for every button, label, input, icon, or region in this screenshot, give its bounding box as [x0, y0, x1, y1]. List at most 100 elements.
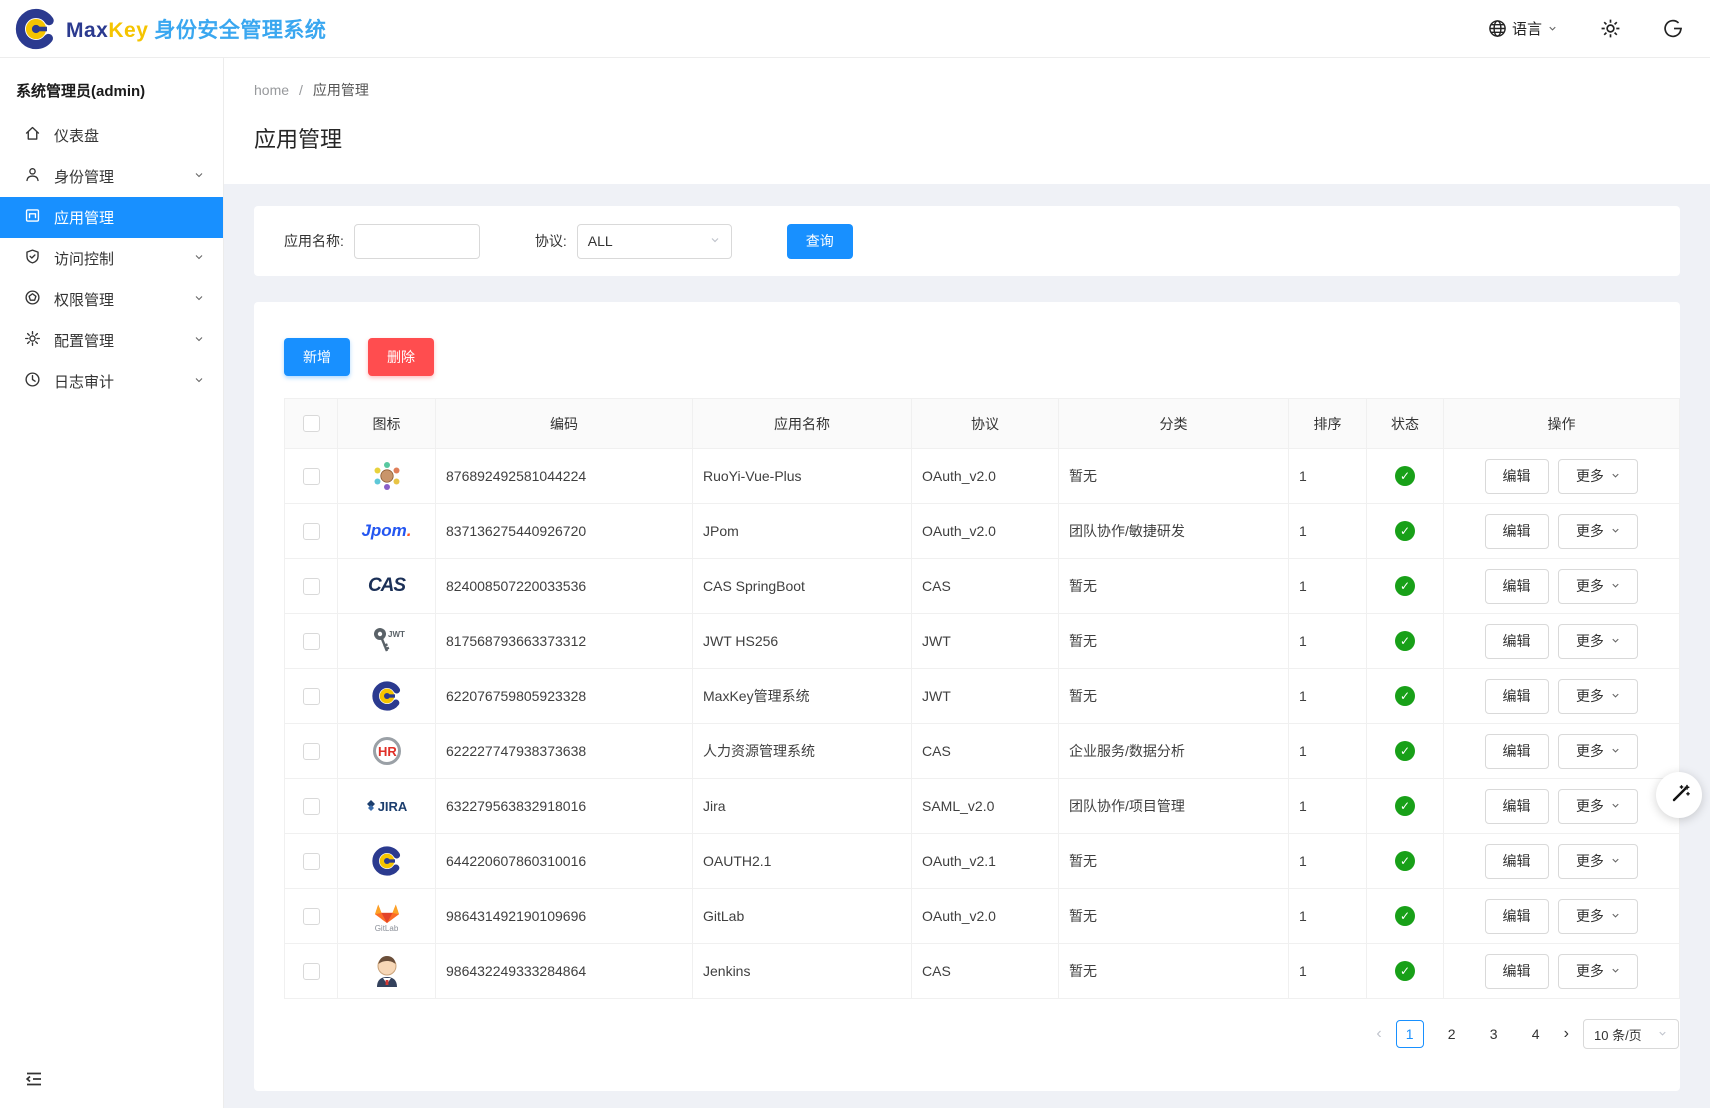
cell-protocol: CAS — [912, 559, 1059, 614]
cell-icon: HR — [338, 724, 436, 779]
edit-button[interactable]: 编辑 — [1485, 734, 1549, 769]
cell-code: 632279563832918016 — [436, 779, 693, 834]
cell-select — [285, 504, 338, 559]
app-name-input[interactable] — [354, 224, 480, 259]
sidebar-item-dashboard[interactable]: 仪表盘 — [0, 115, 223, 156]
edit-button[interactable]: 编辑 — [1485, 624, 1549, 659]
more-button[interactable]: 更多 — [1558, 679, 1638, 714]
edit-button[interactable]: 编辑 — [1485, 459, 1549, 494]
more-button[interactable]: 更多 — [1558, 624, 1638, 659]
sidebar-item-identity[interactable]: 身份管理 — [0, 156, 223, 197]
chevron-down-icon — [1610, 578, 1621, 594]
cell-select — [285, 449, 338, 504]
column-header: 协议 — [912, 399, 1059, 449]
app-icon-jwt: JWT — [367, 619, 407, 663]
app-title: MaxKey身份安全管理系统 — [66, 14, 326, 44]
brand: MaxKey身份安全管理系统 — [14, 7, 326, 51]
pagination-page-2[interactable]: 2 — [1438, 1020, 1466, 1048]
main-area: home / 应用管理 应用管理 应用名称: 协议: ALL 查询 — [224, 58, 1710, 1108]
pagination-page-3[interactable]: 3 — [1480, 1020, 1508, 1048]
sidebar-item-privilege[interactable]: 权限管理 — [0, 279, 223, 320]
edit-button[interactable]: 编辑 — [1485, 844, 1549, 879]
pagination-page-4[interactable]: 4 — [1522, 1020, 1550, 1048]
logout-button[interactable] — [1663, 18, 1684, 39]
pagination-page-1[interactable]: 1 — [1396, 1020, 1424, 1048]
cell-sort: 1 — [1289, 889, 1367, 944]
sidebar-item-label: 配置管理 — [54, 330, 180, 351]
more-button[interactable]: 更多 — [1558, 514, 1638, 549]
app-icon-jpom: Jpom. — [361, 509, 411, 553]
cell-protocol: JWT — [912, 614, 1059, 669]
query-button[interactable]: 查询 — [787, 224, 853, 259]
edit-button[interactable]: 编辑 — [1485, 569, 1549, 604]
row-checkbox[interactable] — [303, 688, 320, 705]
sidebar-collapse-button[interactable] — [24, 1069, 44, 1094]
chevron-down-icon — [1610, 688, 1621, 704]
app-icon-jira: JIRA — [366, 784, 408, 828]
table-row: 644220607860310016OAUTH2.1OAuth_v2.1暂无1✓… — [285, 834, 1680, 889]
cell-status: ✓ — [1367, 504, 1444, 559]
edit-button[interactable]: 编辑 — [1485, 679, 1549, 714]
row-checkbox[interactable] — [303, 743, 320, 760]
page-size-select[interactable]: 10 条/页 — [1583, 1019, 1679, 1049]
more-button[interactable]: 更多 — [1558, 734, 1638, 769]
cell-code: 986431492190109696 — [436, 889, 693, 944]
edit-button[interactable]: 编辑 — [1485, 899, 1549, 934]
more-button[interactable]: 更多 — [1558, 954, 1638, 989]
chevron-down-icon — [193, 332, 205, 349]
cell-code: 986432249333284864 — [436, 944, 693, 999]
pagination: ‹ 1234 › 10 条/页 — [284, 1019, 1679, 1049]
row-checkbox[interactable] — [303, 963, 320, 980]
row-checkbox[interactable] — [303, 908, 320, 925]
protocol-label: 协议: — [535, 231, 567, 251]
row-checkbox[interactable] — [303, 633, 320, 650]
more-button[interactable]: 更多 — [1558, 899, 1638, 934]
cell-icon — [338, 449, 436, 504]
edit-button[interactable]: 编辑 — [1485, 514, 1549, 549]
edit-button[interactable]: 编辑 — [1485, 789, 1549, 824]
brand-key: Key — [108, 19, 148, 42]
row-checkbox[interactable] — [303, 798, 320, 815]
add-button[interactable]: 新增 — [284, 338, 350, 376]
row-checkbox[interactable] — [303, 468, 320, 485]
select-all-header — [285, 399, 338, 449]
column-header: 排序 — [1289, 399, 1367, 449]
cell-actions: 编辑 更多 — [1444, 504, 1680, 559]
breadcrumb-home-link[interactable]: home — [254, 82, 289, 98]
chevron-down-icon — [1610, 798, 1621, 814]
sidebar-item-access[interactable]: 访问控制 — [0, 238, 223, 279]
maxkey-logo-icon — [14, 7, 58, 51]
table-row: Jpom.837136275440926720JPomOAuth_v2.0团队协… — [285, 504, 1680, 559]
cell-actions: 编辑 更多 — [1444, 449, 1680, 504]
row-checkbox[interactable] — [303, 578, 320, 595]
edit-button[interactable]: 编辑 — [1485, 954, 1549, 989]
row-checkbox[interactable] — [303, 853, 320, 870]
row-checkbox[interactable] — [303, 523, 320, 540]
pagination-prev-button[interactable]: ‹ — [1376, 1025, 1381, 1043]
app-icon-jenkins — [373, 949, 401, 993]
brand-suffix: 身份安全管理系统 — [154, 19, 326, 42]
cell-code: 622227747938373638 — [436, 724, 693, 779]
pagination-next-button[interactable]: › — [1564, 1025, 1569, 1043]
delete-button[interactable]: 删除 — [368, 338, 434, 376]
settings-button[interactable] — [1600, 18, 1621, 39]
select-all-checkbox[interactable] — [303, 415, 320, 432]
more-button[interactable]: 更多 — [1558, 459, 1638, 494]
cell-actions: 编辑 更多 — [1444, 779, 1680, 834]
sidebar-item-label: 身份管理 — [54, 166, 180, 187]
sidebar-item-audit[interactable]: 日志审计 — [0, 361, 223, 402]
sidebar-item-apps[interactable]: 应用管理 — [0, 197, 223, 238]
app-icon-gitlab: GitLab — [374, 894, 400, 938]
more-button[interactable]: 更多 — [1558, 789, 1638, 824]
magic-wand-button[interactable] — [1656, 772, 1702, 818]
protocol-select[interactable]: ALL — [577, 224, 732, 259]
more-button[interactable]: 更多 — [1558, 844, 1638, 879]
app-icon-cas: CAS — [368, 564, 405, 608]
cell-status: ✓ — [1367, 834, 1444, 889]
search-panel: 应用名称: 协议: ALL 查询 — [254, 206, 1680, 276]
cell-protocol: OAuth_v2.1 — [912, 834, 1059, 889]
sidebar-item-config[interactable]: 配置管理 — [0, 320, 223, 361]
cell-actions: 编辑 更多 — [1444, 944, 1680, 999]
language-switcher[interactable]: 语言 — [1488, 18, 1558, 39]
more-button[interactable]: 更多 — [1558, 569, 1638, 604]
